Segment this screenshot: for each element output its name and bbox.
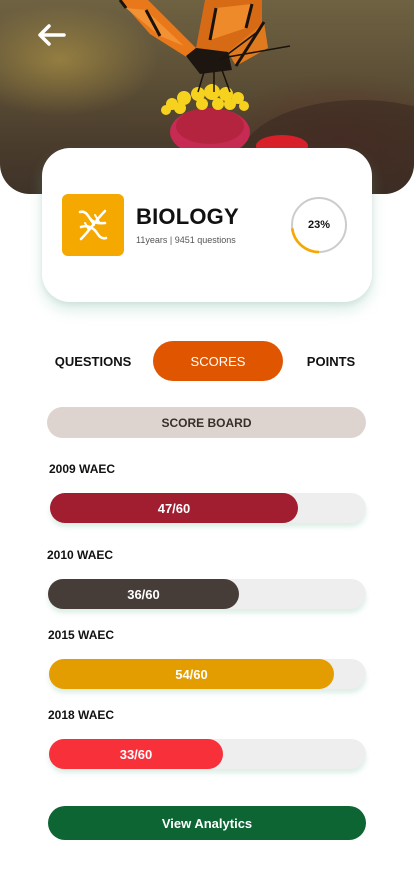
score-bar-2018: 33/60 bbox=[49, 739, 223, 769]
back-button[interactable] bbox=[36, 24, 76, 56]
exam-label-2009: 2009 WAEC bbox=[49, 462, 116, 476]
exam-label-2010: 2010 WAEC bbox=[47, 548, 114, 562]
score-track-2018: 33/60 bbox=[49, 739, 366, 769]
progress-ring: 23% bbox=[290, 196, 348, 254]
subject-icon-tile bbox=[62, 194, 124, 256]
subject-title: BIOLOGY bbox=[136, 204, 239, 229]
exam-label-2015: 2015 WAEC bbox=[48, 628, 115, 642]
score-bar-2010: 36/60 bbox=[48, 579, 239, 609]
scoreboard-title: SCORE BOARD bbox=[47, 407, 366, 438]
score-track-2010: 36/60 bbox=[48, 579, 366, 609]
score-track-2015: 54/60 bbox=[49, 659, 366, 689]
arrow-left-icon bbox=[38, 24, 66, 46]
view-analytics-button[interactable]: View Analytics bbox=[48, 806, 366, 840]
exam-label-2018: 2018 WAEC bbox=[48, 708, 115, 722]
tab-questions[interactable]: QUESTIONS bbox=[48, 341, 138, 381]
score-track-2009: 47/60 bbox=[50, 493, 366, 523]
progress-percent: 23% bbox=[307, 219, 331, 231]
score-bar-2015: 54/60 bbox=[49, 659, 334, 689]
subject-card: BIOLOGY 11years | 9451 questions 23% bbox=[42, 148, 372, 302]
tab-points[interactable]: POINTS bbox=[296, 341, 366, 381]
tab-scores[interactable]: SCORES bbox=[153, 341, 283, 381]
subject-meta: 11years | 9451 questions bbox=[136, 235, 236, 245]
score-bar-2009: 47/60 bbox=[50, 493, 298, 523]
dna-icon bbox=[78, 209, 108, 241]
